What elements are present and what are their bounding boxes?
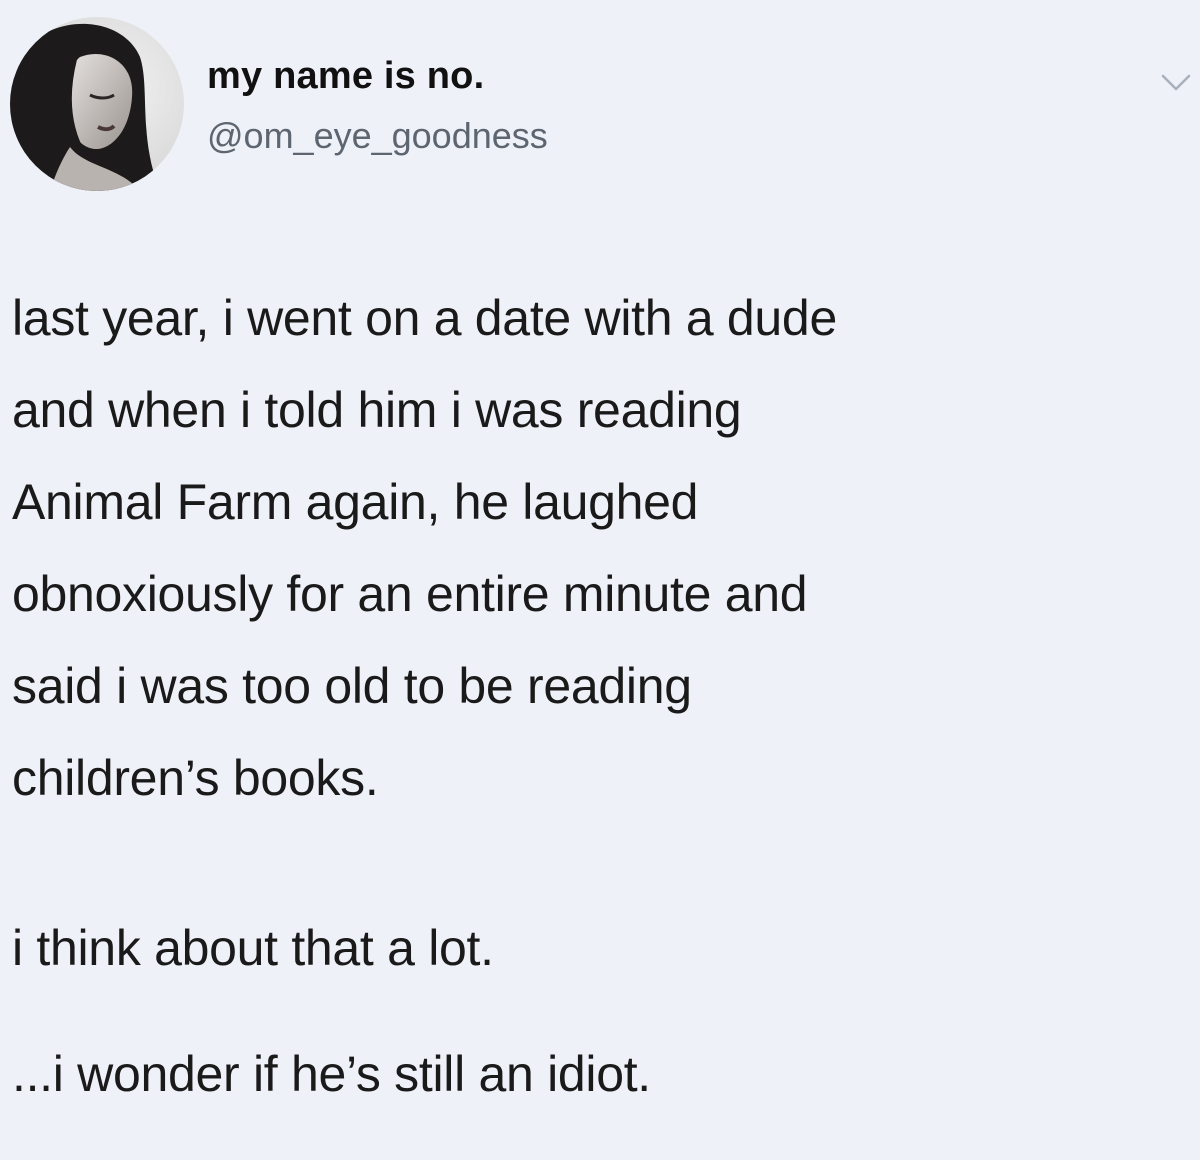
avatar[interactable] — [10, 17, 184, 191]
user-handle[interactable]: @om_eye_goodness — [207, 115, 548, 157]
tweet-paragraph-1: last year, i went on a date with a dude … — [12, 272, 1192, 824]
tweet-line: children’s books. — [12, 750, 379, 806]
tweet-line: said i was too old to be reading — [12, 658, 692, 714]
tweet-paragraph-2: i think about that a lot. — [12, 920, 494, 976]
profile-photo-icon — [10, 17, 184, 191]
tweet-line: obnoxiously for an entire minute and — [12, 566, 808, 622]
tweet-line: last year, i went on a date with a dude — [12, 290, 837, 346]
tweet-card: my name is no. @om_eye_goodness last yea… — [0, 0, 1200, 1160]
tweet-line: Animal Farm again, he laughed — [12, 474, 699, 530]
display-name[interactable]: my name is no. — [207, 55, 484, 98]
tweet-paragraph-3: ...i wonder if he’s still an idiot. — [12, 1046, 651, 1102]
tweet-menu-button[interactable] — [1160, 70, 1192, 94]
chevron-down-icon — [1161, 74, 1191, 91]
tweet-line: and when i told him i was reading — [12, 382, 742, 438]
